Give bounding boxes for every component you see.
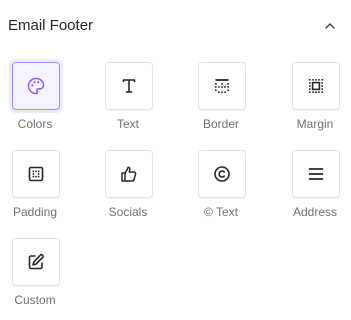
tile-label: Socials [108,205,148,219]
tile-label: Colors [17,117,53,131]
tile-copyright-text[interactable]: © Text [192,150,252,220]
tile-text[interactable]: Text [99,62,159,132]
section-header[interactable]: Email Footer [0,0,351,52]
tile-label: Margin [296,117,334,131]
copyright-icon [212,164,232,184]
tile-custom[interactable]: Custom [6,238,66,308]
edit-square-icon [26,252,46,272]
tile-label: Border [202,117,240,131]
tile-label: Address [292,205,338,219]
section-title: Email Footer [8,17,94,34]
thumbs-up-icon [119,164,139,184]
padding-icon [26,164,46,184]
border-icon [212,76,232,96]
palette-icon [26,76,46,96]
tile-address[interactable]: Address [286,150,346,220]
tile-label: Padding [12,205,58,219]
tile-label: Text [116,117,139,131]
chevron-up-icon[interactable] [323,19,337,33]
margin-icon [306,76,326,96]
tile-padding[interactable]: Padding [6,150,66,220]
menu-lines-icon [306,164,326,184]
tile-margin[interactable]: Margin [286,62,346,132]
text-t-icon [119,76,139,96]
tile-border[interactable]: Border [192,62,252,132]
tile-label: © Text [204,205,238,219]
tile-socials[interactable]: Socials [99,150,159,220]
tile-colors[interactable]: Colors [6,62,66,132]
tile-label: Custom [14,293,56,307]
